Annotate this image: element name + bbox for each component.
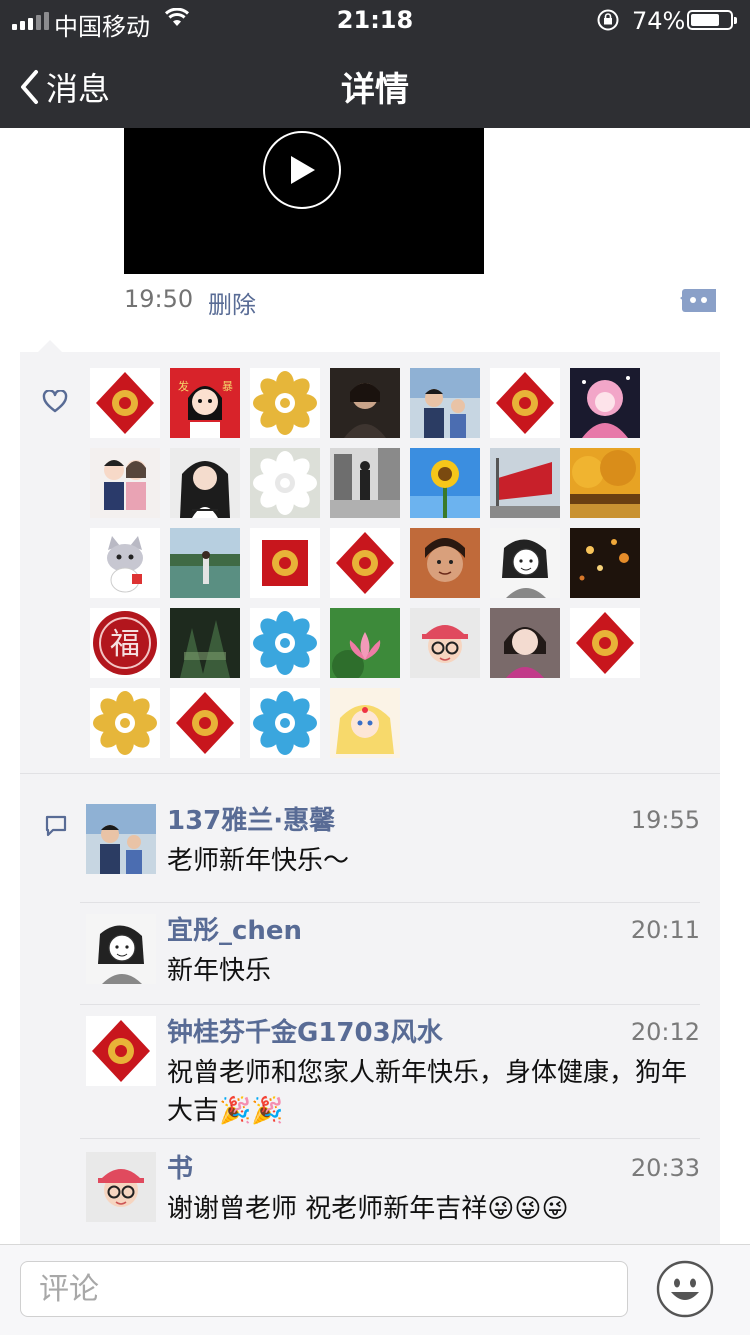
like-avatar[interactable] [330,368,400,438]
like-avatar[interactable] [250,688,320,758]
like-avatar[interactable] [330,528,400,598]
comment-author[interactable]: 书 [167,1148,193,1185]
like-avatar[interactable] [410,608,480,678]
comment-time: 19:55 [630,806,700,834]
emoji-button[interactable] [656,1260,714,1318]
play-icon [291,156,315,184]
delete-button[interactable]: 删除 [208,285,256,320]
like-avatar[interactable] [570,368,640,438]
like-avatar[interactable] [490,368,560,438]
status-bar: 中国移动 21:18 74% [0,0,750,41]
page-title: 详情 [341,70,409,110]
comment-divider [80,902,700,903]
like-avatar[interactable] [250,368,320,438]
like-avatar[interactable] [170,528,240,598]
comment-author[interactable]: 137雅兰·惠馨 [167,800,335,837]
like-avatar[interactable] [250,448,320,518]
like-avatar[interactable] [490,608,560,678]
like-avatar[interactable] [330,448,400,518]
like-avatar[interactable] [490,448,560,518]
like-avatar[interactable]: 福 [90,608,160,678]
svg-text:福: 福 [110,627,140,662]
like-avatar[interactable] [410,528,480,598]
comment-divider [80,1004,700,1005]
comment-author[interactable]: 宜彤_chen [167,910,302,947]
like-avatar[interactable] [90,528,160,598]
like-avatar[interactable] [410,368,480,438]
navigation-bar: 消息 详情 [0,40,750,128]
comment-input[interactable] [20,1261,628,1317]
comment-avatar[interactable] [86,1152,156,1222]
like-avatar[interactable] [90,688,160,758]
panel-notch [38,340,62,352]
like-avatar[interactable] [170,448,240,518]
comment-text: 祝曾老师和您家人新年快乐，身体健康，狗年大吉🎉🎉 [167,1058,688,1126]
like-avatar[interactable] [490,528,560,598]
comment-time: 20:33 [630,1154,700,1182]
comment-more-button[interactable] [680,286,716,312]
like-avatar[interactable] [570,528,640,598]
comment-author[interactable]: 钟桂芬千金G1703风水 [167,1012,443,1049]
likes-divider [20,773,720,774]
comment-avatar[interactable] [86,1016,156,1086]
like-avatar[interactable]: 发暴 [170,368,240,438]
like-avatar[interactable] [250,608,320,678]
comment-icon [45,815,67,837]
comment-time: 20:12 [630,1018,700,1046]
svg-text:暴: 暴 [222,380,233,393]
svg-text:发: 发 [178,379,189,393]
like-avatar[interactable] [410,448,480,518]
comment-avatar[interactable] [86,914,156,984]
comment-text: 新年快乐 [167,956,272,986]
like-avatar[interactable] [570,608,640,678]
comment-text: 老师新年快乐～ [167,846,350,876]
video-thumbnail[interactable] [124,128,484,274]
play-button[interactable] [263,131,341,209]
like-avatar[interactable] [170,688,240,758]
like-avatar[interactable] [170,608,240,678]
like-avatar[interactable] [330,688,400,758]
like-avatar[interactable] [90,448,160,518]
like-avatar[interactable] [330,608,400,678]
comment-time: 20:11 [630,916,700,944]
comment-avatar[interactable] [86,804,156,874]
comment-divider [80,1138,700,1139]
rotation-lock-icon [597,9,619,31]
like-avatar[interactable] [90,368,160,438]
post-time: 19:50 [124,285,194,313]
comment-text: 谢谢曾老师 祝老师新年吉祥😜😜😜 [167,1194,569,1224]
like-avatar[interactable] [250,528,320,598]
battery-icon [687,10,737,30]
comment-bar [0,1244,750,1335]
heart-icon [42,390,68,413]
like-avatar[interactable] [570,448,640,518]
battery-percent: 74% [632,7,686,35]
